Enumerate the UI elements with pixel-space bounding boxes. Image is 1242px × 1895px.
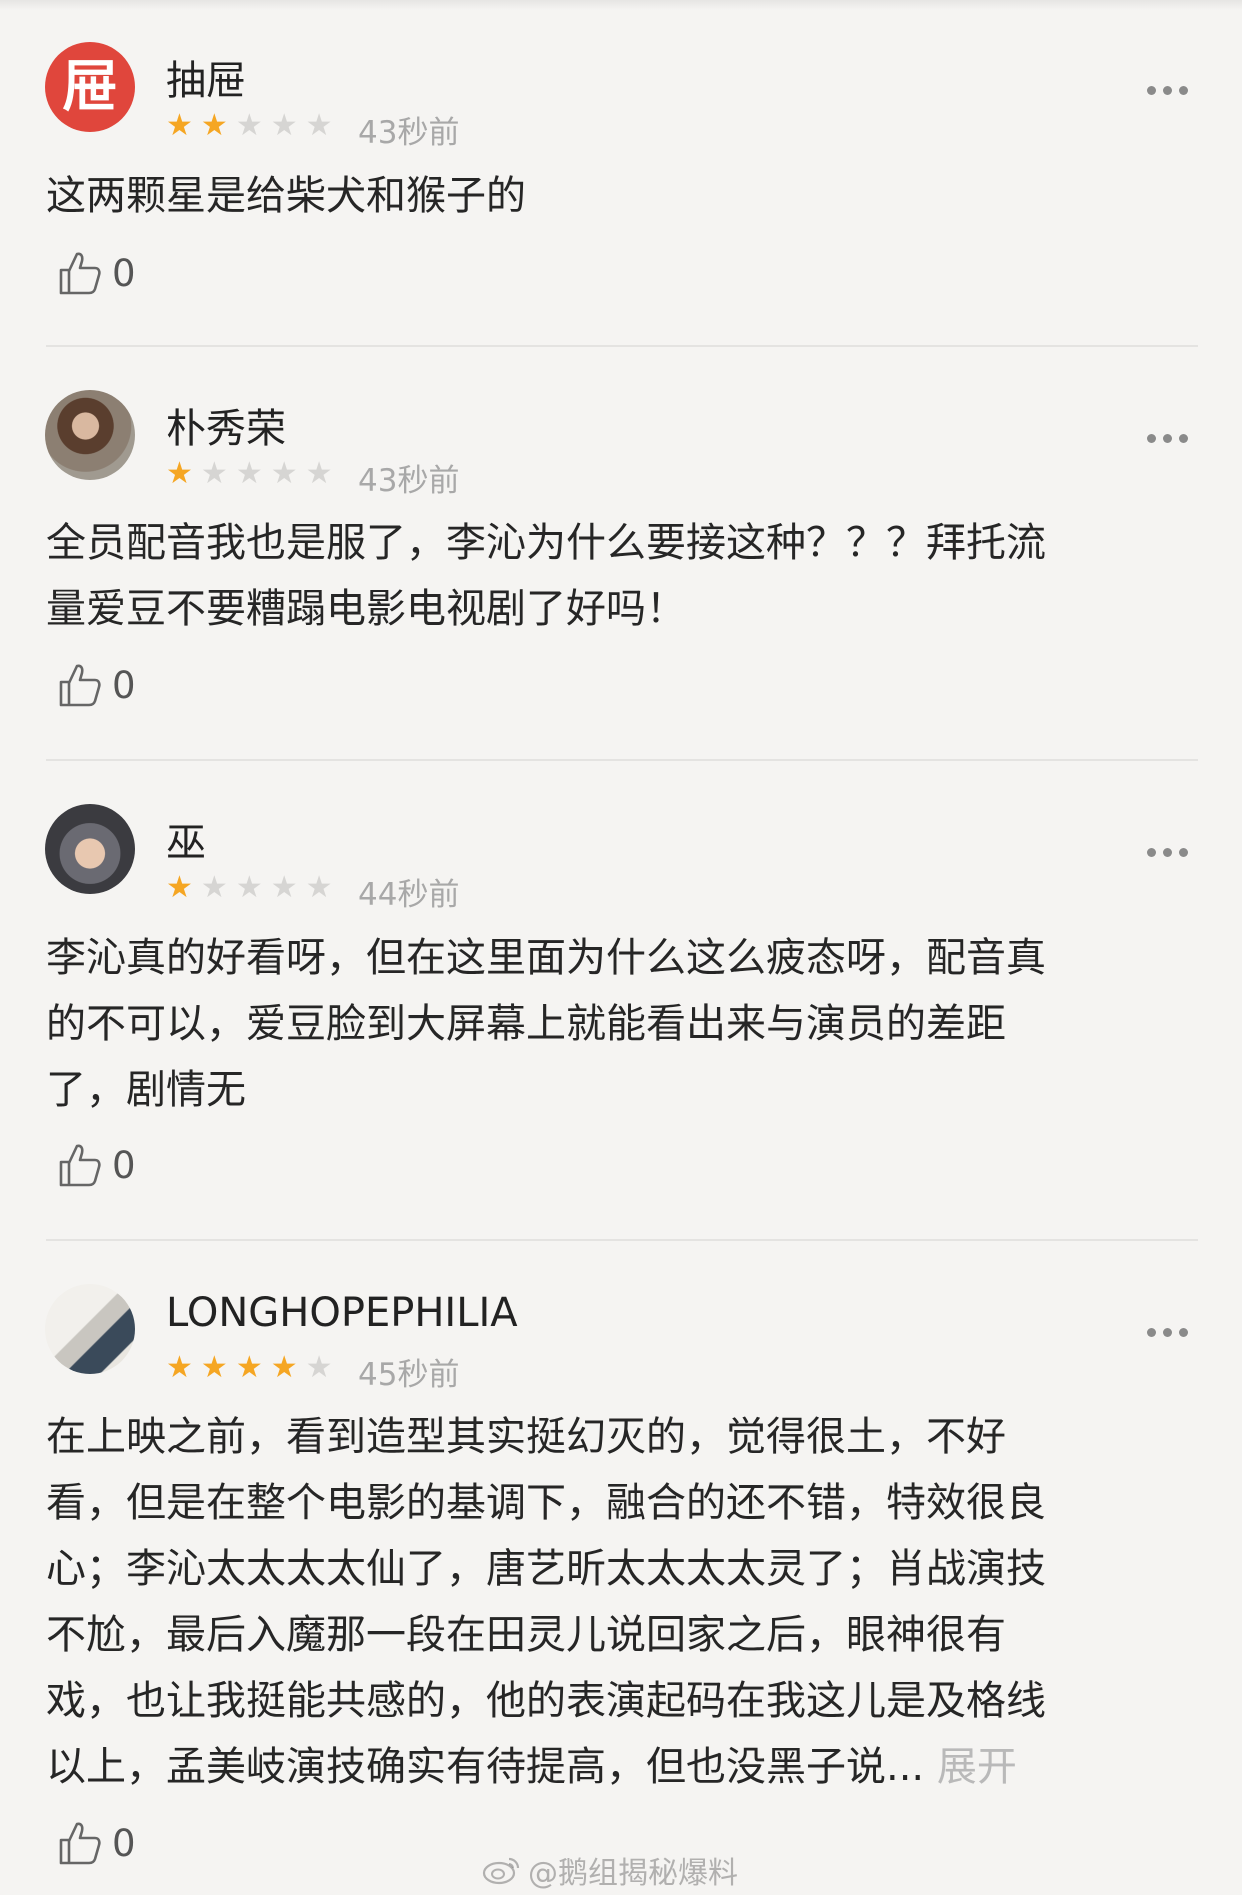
review-text-line: 戏，也让我挺能共感的，他的表演起码在我这儿是及格线 (46, 1678, 1046, 1724)
username[interactable]: 朴秀荣 (166, 396, 286, 454)
weibo-icon (482, 1857, 520, 1885)
avatar[interactable] (45, 390, 135, 480)
more-options-button[interactable] (1141, 428, 1194, 449)
thumbs-up-icon (59, 1822, 101, 1865)
star-empty-icon: ★ (305, 870, 333, 905)
watermark-text: @鹅组揭秘爆料 (528, 1856, 738, 1891)
like-count: 0 (112, 663, 136, 707)
star-rating: ★ ★ ★ ★ ★ (166, 459, 333, 489)
like-button[interactable]: 0 (58, 250, 136, 296)
username[interactable]: 抽屉 (166, 48, 246, 106)
more-icon (1147, 1328, 1156, 1337)
review-text-line: 看，但是在整个电影的基调下，融合的还不错，特效很良 (46, 1480, 1046, 1526)
star-filled-icon: ★ (200, 108, 228, 143)
star-empty-icon: ★ (305, 108, 333, 143)
expand-link[interactable]: 展开 (937, 1744, 1017, 1790)
more-icon (1147, 86, 1156, 95)
avatar[interactable] (45, 1284, 135, 1374)
star-empty-icon: ★ (270, 870, 298, 905)
review-text-line: 以上，孟美岐演技确实有待提高，但也没黑子说... (46, 1744, 925, 1790)
timestamp: 45秒前 (358, 1357, 460, 1393)
like-count: 0 (112, 1821, 136, 1865)
avatar[interactable]: 屉 (45, 42, 135, 132)
avatar-logo-text: 屉 (62, 54, 118, 120)
star-empty-icon: ★ (200, 456, 228, 491)
review-text: 全员配音我也是服了，李沁为什么要接这种？？？拜托流 量爱豆不要糟蹋电影电视剧了好… (46, 510, 1196, 642)
star-filled-icon: ★ (166, 456, 193, 491)
like-count: 0 (112, 251, 136, 295)
star-empty-icon: ★ (235, 870, 263, 905)
more-icon (1147, 848, 1156, 857)
review-text-line: 量爱豆不要糟蹋电影电视剧了好吗！ (46, 586, 686, 632)
timestamp: 44秒前 (358, 877, 460, 913)
username[interactable]: LONGHOPEPHILIA (166, 1290, 518, 1336)
like-button[interactable]: 0 (58, 1820, 136, 1866)
timestamp: 43秒前 (358, 115, 460, 151)
review-text-line: 不尬，最后入魔那一段在田灵儿说回家之后，眼神很有 (46, 1612, 1006, 1658)
star-empty-icon: ★ (305, 1350, 333, 1385)
star-filled-icon: ★ (166, 1350, 193, 1385)
star-rating: ★ ★ ★ ★ ★ (166, 111, 333, 141)
thumbs-up-icon (59, 664, 101, 707)
more-options-button[interactable] (1141, 80, 1194, 101)
review-text-line: 在上映之前，看到造型其实挺幻灭的，觉得很土，不好 (46, 1414, 1006, 1460)
timestamp: 43秒前 (358, 463, 460, 499)
divider (46, 1239, 1198, 1241)
review-text-line: 李沁真的好看呀，但在这里面为什么这么疲态呀，配音真 (46, 935, 1046, 981)
review-text-line: 全员配音我也是服了，李沁为什么要接这种？？？拜托流 (46, 520, 1046, 566)
star-filled-icon: ★ (166, 108, 193, 143)
review-text-line: 的不可以，爱豆脸到大屏幕上就能看出来与演员的差距 (46, 1001, 1006, 1047)
star-empty-icon: ★ (235, 456, 263, 491)
review-text: 李沁真的好看呀，但在这里面为什么这么疲态呀，配音真 的不可以，爱豆脸到大屏幕上就… (46, 925, 1196, 1123)
divider (46, 759, 1198, 761)
top-edge (0, 0, 1242, 10)
review-text: 在上映之前，看到造型其实挺幻灭的，觉得很土，不好 看，但是在整个电影的基调下，融… (46, 1404, 1196, 1800)
username[interactable]: 巫 (166, 810, 206, 868)
avatar[interactable] (45, 804, 135, 894)
thumbs-up-icon (59, 1144, 101, 1187)
more-icon (1147, 434, 1156, 443)
star-filled-icon: ★ (166, 870, 193, 905)
star-empty-icon: ★ (270, 456, 298, 491)
review-text: 这两颗星是给柴犬和猴子的 (46, 163, 1196, 229)
like-button[interactable]: 0 (58, 1142, 136, 1188)
more-options-button[interactable] (1141, 842, 1194, 863)
thumbs-up-icon (59, 252, 101, 295)
watermark: @鹅组揭秘爆料 (482, 1848, 738, 1892)
star-filled-icon: ★ (200, 1350, 228, 1385)
star-empty-icon: ★ (235, 108, 263, 143)
star-empty-icon: ★ (270, 108, 298, 143)
star-filled-icon: ★ (235, 1350, 263, 1385)
review-text-line-last: 以上，孟美岐演技确实有待提高，但也没黑子说... 展开 (46, 1734, 1196, 1800)
divider (46, 345, 1198, 347)
star-empty-icon: ★ (305, 456, 333, 491)
review-text-line: 这两颗星是给柴犬和猴子的 (46, 173, 526, 219)
like-button[interactable]: 0 (58, 662, 136, 708)
more-options-button[interactable] (1141, 1322, 1194, 1343)
star-rating: ★ ★ ★ ★ ★ (166, 873, 333, 903)
star-filled-icon: ★ (270, 1350, 298, 1385)
review-text-line: 心；李沁太太太太仙了，唐艺昕太太太太灵了；肖战演技 (46, 1546, 1046, 1592)
star-empty-icon: ★ (200, 870, 228, 905)
like-count: 0 (112, 1143, 136, 1187)
star-rating: ★ ★ ★ ★ ★ (166, 1353, 333, 1383)
review-text-line: 了，剧情无 (46, 1067, 246, 1113)
